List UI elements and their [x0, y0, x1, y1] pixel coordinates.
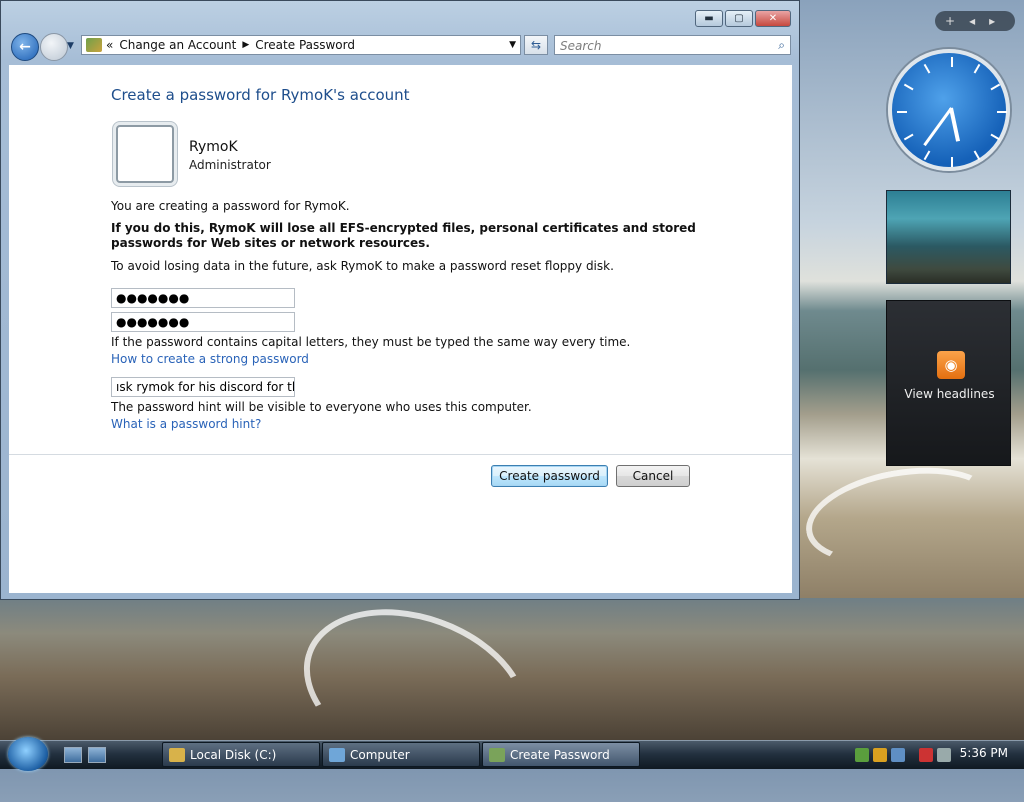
new-password-field[interactable]: ●●●●●●●	[111, 288, 295, 308]
clock-tick	[923, 150, 931, 161]
search-input[interactable]: Search ⌕	[554, 35, 791, 55]
password-hint-field[interactable]: ısk rymok for his discord for thep	[111, 377, 295, 397]
reset-disk-note: To avoid losing data in the future, ask …	[111, 259, 614, 273]
clock-tick	[973, 63, 981, 74]
crumb-change-account[interactable]: Change an Account	[119, 38, 236, 52]
computer-icon	[329, 747, 345, 762]
create-password-button[interactable]: Create password	[491, 465, 608, 487]
divider	[9, 454, 792, 455]
task-create-password[interactable]: Create Password	[482, 742, 640, 767]
address-bar[interactable]: « Change an Account ▶ Create Password ▼	[81, 35, 521, 55]
drive-icon	[169, 747, 185, 762]
user-accounts-icon	[489, 747, 505, 762]
creating-note: You are creating a password for RymoK.	[111, 199, 350, 213]
next-gadgets-button[interactable]: ▸	[989, 14, 995, 28]
previous-gadgets-button[interactable]: ◂	[969, 14, 975, 28]
user-role: Administrator	[189, 158, 271, 172]
refresh-icon: ⇆	[530, 38, 542, 52]
window-controls: ▬ ▢ ✕	[695, 10, 791, 27]
security-shield-icon[interactable]	[873, 748, 887, 762]
clock-tick	[951, 57, 953, 67]
user-accounts-icon	[86, 38, 102, 52]
recent-pages-dropdown[interactable]: ▼	[67, 41, 74, 51]
switch-windows-icon[interactable]	[88, 747, 106, 763]
confirm-password-field[interactable]: ●●●●●●●	[111, 312, 295, 332]
clock-tick	[923, 63, 931, 74]
address-dropdown-icon[interactable]: ▼	[509, 40, 516, 50]
task-label: Create Password	[510, 747, 610, 762]
user-name: RymoK	[189, 139, 238, 155]
crumb-create-password[interactable]: Create Password	[255, 38, 355, 52]
add-gadget-button[interactable]: +	[945, 14, 955, 28]
clock-tick	[990, 83, 1001, 91]
clock-gadget[interactable]	[888, 49, 1010, 171]
slideshow-gadget[interactable]	[886, 190, 1011, 284]
back-button[interactable]: ←	[11, 33, 39, 61]
clock-hour-hand	[949, 107, 961, 142]
volume-muted-icon[interactable]	[937, 748, 951, 762]
caps-note: If the password contains capital letters…	[111, 335, 631, 349]
avatar	[116, 125, 174, 183]
refresh-button[interactable]: ⇆	[524, 35, 548, 55]
cancel-button[interactable]: Cancel	[616, 465, 690, 487]
maximize-button[interactable]: ▢	[725, 10, 753, 27]
update-icon[interactable]	[891, 748, 905, 762]
close-button[interactable]: ✕	[755, 10, 791, 27]
network-icon[interactable]	[855, 748, 869, 762]
strong-password-link[interactable]: How to create a strong password	[111, 352, 309, 366]
password-hint-help-link[interactable]: What is a password hint?	[111, 417, 261, 431]
content-pane: Create a password for RymoK's account Ry…	[9, 65, 792, 593]
show-desktop-icon[interactable]	[64, 747, 82, 763]
clock-tick	[997, 111, 1007, 113]
clock-tick	[990, 133, 1001, 141]
address-chevron[interactable]: «	[106, 38, 113, 52]
clock-tick	[903, 133, 914, 141]
feed-headlines-gadget[interactable]: ◉ View headlines	[886, 300, 1011, 466]
network-disconnected-icon[interactable]	[919, 748, 933, 762]
clock-time[interactable]: 5:36 PM	[960, 746, 1008, 760]
clock-tick	[973, 150, 981, 161]
sidebar-controls: + ◂ ▸	[935, 11, 1015, 31]
task-computer[interactable]: Computer	[322, 742, 480, 767]
start-button[interactable]	[8, 737, 48, 771]
control-panel-window: ▬ ▢ ✕ ← ▼ « Change an Account ▶ Create P…	[0, 0, 800, 600]
clock-tick	[903, 83, 914, 91]
arrow-left-icon: ←	[19, 39, 31, 55]
forward-button[interactable]	[40, 33, 68, 61]
clock-tick	[897, 111, 907, 113]
clock-tick	[951, 157, 953, 167]
search-placeholder: Search	[560, 39, 602, 53]
crumb-separator-icon[interactable]: ▶	[242, 40, 249, 50]
task-local-disk[interactable]: Local Disk (C:)	[162, 742, 320, 767]
view-headlines-label[interactable]: View headlines	[887, 387, 1012, 401]
search-icon[interactable]: ⌕	[778, 38, 785, 53]
page-title: Create a password for RymoK's account	[111, 86, 410, 104]
hint-visibility-note: The password hint will be visible to eve…	[111, 400, 532, 414]
task-label: Computer	[350, 747, 410, 762]
taskbar: Local Disk (C:) Computer Create Password…	[0, 737, 1024, 771]
clock-minute-hand	[923, 107, 953, 147]
task-label: Local Disk (C:)	[190, 747, 277, 762]
efs-warning: If you do this, RymoK will lose all EFS-…	[111, 221, 696, 250]
minimize-button[interactable]: ▬	[695, 10, 723, 27]
rss-icon: ◉	[937, 351, 965, 379]
